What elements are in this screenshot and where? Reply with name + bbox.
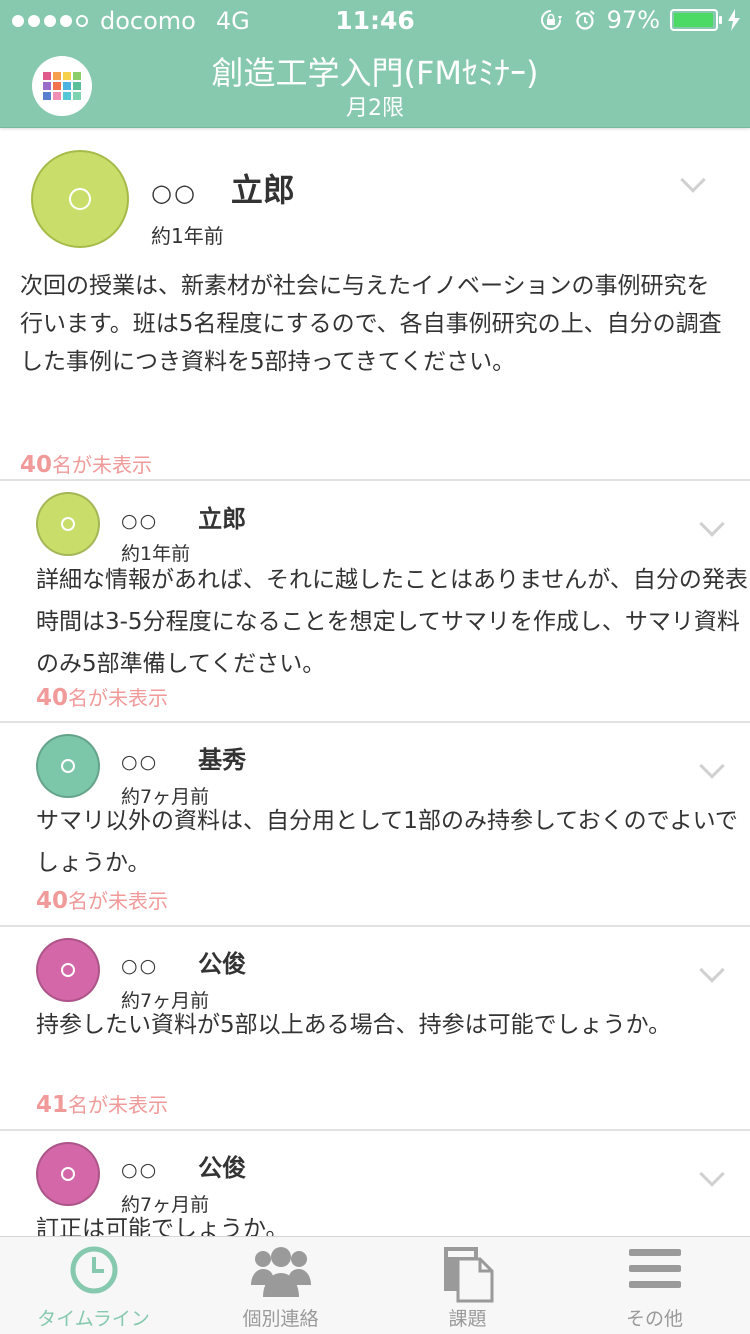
app-grid-icon[interactable]	[32, 56, 92, 116]
app-grid-tile	[43, 72, 51, 80]
author-family-name: ○○	[121, 751, 159, 773]
unread-count[interactable]: 40名が未表示	[36, 682, 168, 711]
tab-label: その他	[625, 1308, 683, 1330]
app-grid-tile	[53, 82, 61, 90]
author-family-name: ○○	[121, 955, 159, 977]
chevron-down-icon[interactable]	[699, 511, 725, 537]
avatar[interactable]	[36, 734, 100, 798]
tab-label: タイムライン	[37, 1308, 150, 1330]
author-given-name: 公俊	[198, 950, 247, 978]
main-post[interactable]: ○○ 立郎 約1年前 次回の授業は、新素材が社会に与えたイノベーションの事例研究…	[0, 129, 750, 481]
avatar-circle-icon	[61, 1167, 75, 1181]
post-body: 持参したい資料が5部以上ある場合、持参は可能でしょうか。	[36, 1012, 672, 1038]
app-grid-tile	[73, 82, 81, 90]
app-grid-tile	[53, 92, 61, 100]
author-given-name: 公俊	[198, 1154, 247, 1182]
charging-bolt-icon	[728, 9, 740, 31]
tab-label: 課題	[448, 1308, 487, 1330]
author-given-name: 基秀	[198, 746, 247, 774]
author-name: ○○ 公俊	[121, 944, 246, 979]
post-body: サマリ以外の資料は、自分用として1部のみ持参しておくのでよいでしょうか。	[36, 808, 738, 876]
unread-number: 41	[36, 1092, 69, 1118]
unread-number: 40	[20, 452, 53, 478]
status-bar: docomo 4G 11:46 97%	[0, 0, 750, 40]
app-grid-tile	[63, 92, 71, 100]
avatar[interactable]	[36, 938, 100, 1002]
app-grid-tile	[73, 72, 81, 80]
tab-label: 個別連絡	[242, 1308, 319, 1330]
documents-icon	[443, 1247, 493, 1303]
chevron-down-icon[interactable]	[680, 167, 706, 193]
battery-fill	[674, 13, 713, 27]
app-grid-tile	[43, 92, 51, 100]
app-grid-tile	[63, 72, 71, 80]
author-family-name: ○○	[121, 1159, 159, 1181]
header-bar: docomo 4G 11:46 97% 創造工学入門(FMｾﾐﾅｰ) 月2限	[0, 0, 750, 128]
app-grid-tile	[53, 72, 61, 80]
tab-timeline[interactable]: タイムライン	[0, 1237, 187, 1334]
author-family-name: ○○	[121, 510, 159, 532]
author-name: ○○ 公俊	[121, 1148, 246, 1183]
app-grid-tile	[73, 92, 81, 100]
rotation-lock-icon	[540, 10, 562, 30]
people-icon	[250, 1247, 311, 1297]
alarm-icon	[574, 10, 595, 30]
author-name: ○○ 基秀	[121, 740, 246, 775]
unread-number: 40	[36, 888, 69, 914]
post-body: 詳細な情報があれば、それに越したことはありませんが、自分の発表時間は3-5分程度…	[36, 567, 748, 677]
app-grid-tile	[63, 82, 71, 90]
post-body: 次回の授業は、新素材が社会に与えたイノベーションの事例研究を行います。班は5名程…	[20, 273, 722, 375]
avatar-circle-icon	[61, 759, 75, 773]
post-body: 訂正は可能でしょうか。	[36, 1216, 289, 1236]
chevron-down-icon[interactable]	[699, 957, 725, 983]
avatar[interactable]	[31, 150, 129, 248]
tab-bar: タイムライン 個別連絡 課題 その他	[0, 1236, 750, 1334]
avatar-circle-icon	[69, 188, 91, 210]
unread-number: 40	[36, 685, 69, 711]
reply-post[interactable]: ○○ 公俊 約7ヶ月前 持参したい資料が5部以上ある場合、持参は可能でしょうか。…	[0, 927, 750, 1131]
tab-individual-contact[interactable]: 個別連絡	[187, 1237, 374, 1334]
unread-label: 名が未表示	[68, 1093, 169, 1117]
app-grid-tile	[43, 82, 51, 90]
unread-label: 名が未表示	[68, 686, 169, 710]
author-name: ○○ 立郎	[121, 499, 246, 534]
page-subtitle: 月2限	[346, 96, 404, 121]
menu-icon	[628, 1249, 681, 1288]
author-name: ○○ 立郎	[151, 165, 295, 211]
reply-post[interactable]: ○○ 基秀 約7ヶ月前 サマリ以外の資料は、自分用として1部のみ持参しておくので…	[0, 723, 750, 927]
avatar-circle-icon	[61, 963, 75, 977]
timeline-feed[interactable]: ○○ 立郎 約1年前 次回の授業は、新素材が社会に与えたイノベーションの事例研究…	[0, 129, 750, 1236]
avatar-circle-icon	[61, 517, 75, 531]
page-title: 創造工学入門(FMｾﾐﾅｰ)	[211, 54, 539, 92]
unread-count[interactable]: 41名が未表示	[36, 1089, 168, 1118]
tab-assignments[interactable]: 課題	[374, 1237, 561, 1334]
unread-label: 名が未表示	[52, 453, 153, 477]
unread-label: 名が未表示	[68, 889, 169, 913]
status-right: 97%	[539, 6, 740, 34]
app-screen: docomo 4G 11:46 97% 創造工学入門(FMｾﾐﾅｰ) 月2限 ○…	[0, 0, 750, 1334]
reply-post[interactable]: ○○ 公俊 約7ヶ月前 訂正は可能でしょうか。	[0, 1131, 750, 1236]
unread-count[interactable]: 40名が未表示	[36, 885, 168, 914]
author-given-name: 立郎	[198, 505, 247, 533]
post-time: 約1年前	[151, 224, 224, 248]
avatar[interactable]	[36, 492, 100, 556]
avatar[interactable]	[36, 1142, 100, 1206]
author-given-name: 立郎	[230, 171, 295, 209]
reply-post[interactable]: ○○ 立郎 約1年前 詳細な情報があれば、それに越したことはありませんが、自分の…	[0, 481, 750, 723]
unread-count[interactable]: 40名が未表示	[20, 449, 152, 478]
battery-percent: 97%	[606, 6, 660, 34]
clock-icon	[70, 1246, 117, 1294]
chevron-down-icon[interactable]	[699, 1161, 725, 1187]
author-family-name: ○○	[151, 179, 197, 207]
tab-other[interactable]: その他	[561, 1237, 748, 1334]
battery-icon	[670, 9, 722, 31]
chevron-down-icon[interactable]	[699, 753, 725, 779]
